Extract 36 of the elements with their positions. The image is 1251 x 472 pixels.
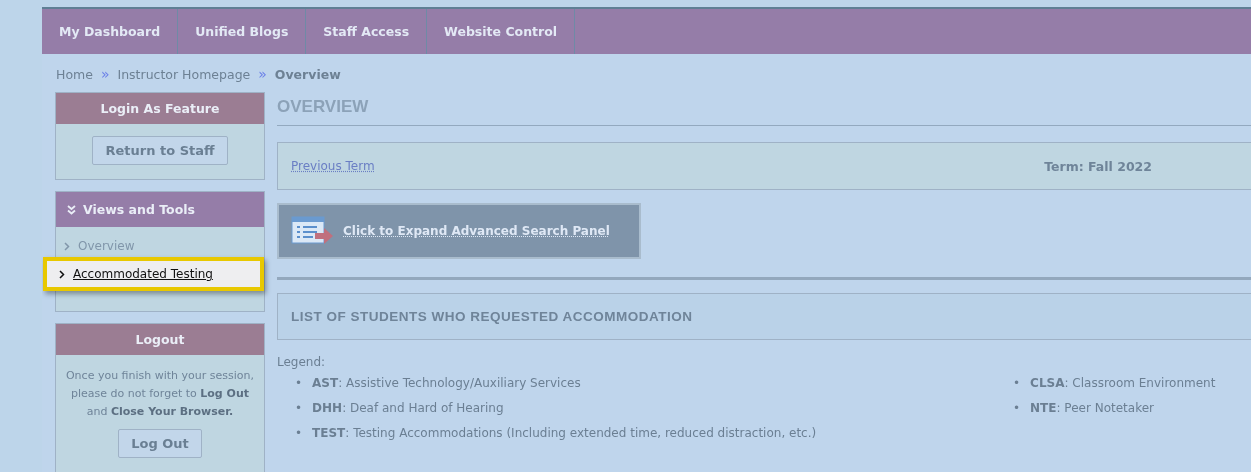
- bullet: •: [295, 400, 303, 416]
- legend-item: TEST: Testing Accommodations (Including extended time, reduced distraction, etc.): [312, 425, 817, 441]
- legend-item: DHH: Deaf and Hard of Hearing: [312, 400, 504, 416]
- double-chevron-icon: [67, 204, 76, 215]
- panel-header: Logout: [56, 324, 264, 355]
- nav-tab[interactable]: Staff Access: [306, 9, 428, 54]
- legend-label: Legend:: [277, 355, 326, 369]
- bullet: •: [295, 425, 303, 441]
- return-button[interactable]: Return to Staff: [92, 136, 228, 165]
- panel-header: Login As Feature: [56, 93, 264, 124]
- previous-term-link[interactable]: Previous Term: [291, 159, 375, 173]
- nav-tab[interactable]: Website Control: [427, 9, 576, 54]
- nav-tab[interactable]: My Dashboard: [42, 9, 179, 54]
- list-title: LIST OF STUDENTS WHO REQUESTED ACCOMMODATION: [277, 293, 1251, 340]
- breadcrumb-link[interactable]: Instructor Homepage: [117, 66, 251, 82]
- term-label: Term: Fall 2022: [1044, 158, 1152, 174]
- breadcrumb-separator: »: [258, 66, 267, 82]
- breadcrumb-link[interactable]: Home: [56, 66, 93, 82]
- chevron-icon: [59, 269, 65, 279]
- logout-button[interactable]: Log Out: [118, 429, 202, 458]
- nav-link[interactable]: Accommodated Testing: [43, 257, 264, 291]
- expand-search-button[interactable]: Click to Expand Advanced Search Panel: [277, 203, 641, 259]
- list-arrow-icon: [291, 216, 335, 246]
- bullet: •: [1013, 375, 1021, 391]
- logout-message: Once you finish with your session, please do not forget to Log Out and Close Your Browser.: [64, 368, 256, 420]
- breadcrumb-link[interactable]: Overview: [274, 66, 341, 82]
- legend-item: AST: Assistive Technology/Auxiliary Services: [312, 375, 581, 391]
- nav-link[interactable]: Overview: [56, 235, 264, 257]
- bullet: •: [1013, 400, 1021, 416]
- legend-item: NTE: Peer Notetaker: [1030, 400, 1154, 416]
- legend-item: CLSA: Classroom Environment: [1030, 375, 1216, 391]
- chevron-icon: [64, 241, 70, 251]
- nav-tab[interactable]: Unified Blogs: [178, 9, 307, 54]
- panel-title: Views and Tools: [83, 202, 195, 217]
- bullet: •: [295, 375, 303, 391]
- breadcrumb-separator: »: [100, 66, 110, 82]
